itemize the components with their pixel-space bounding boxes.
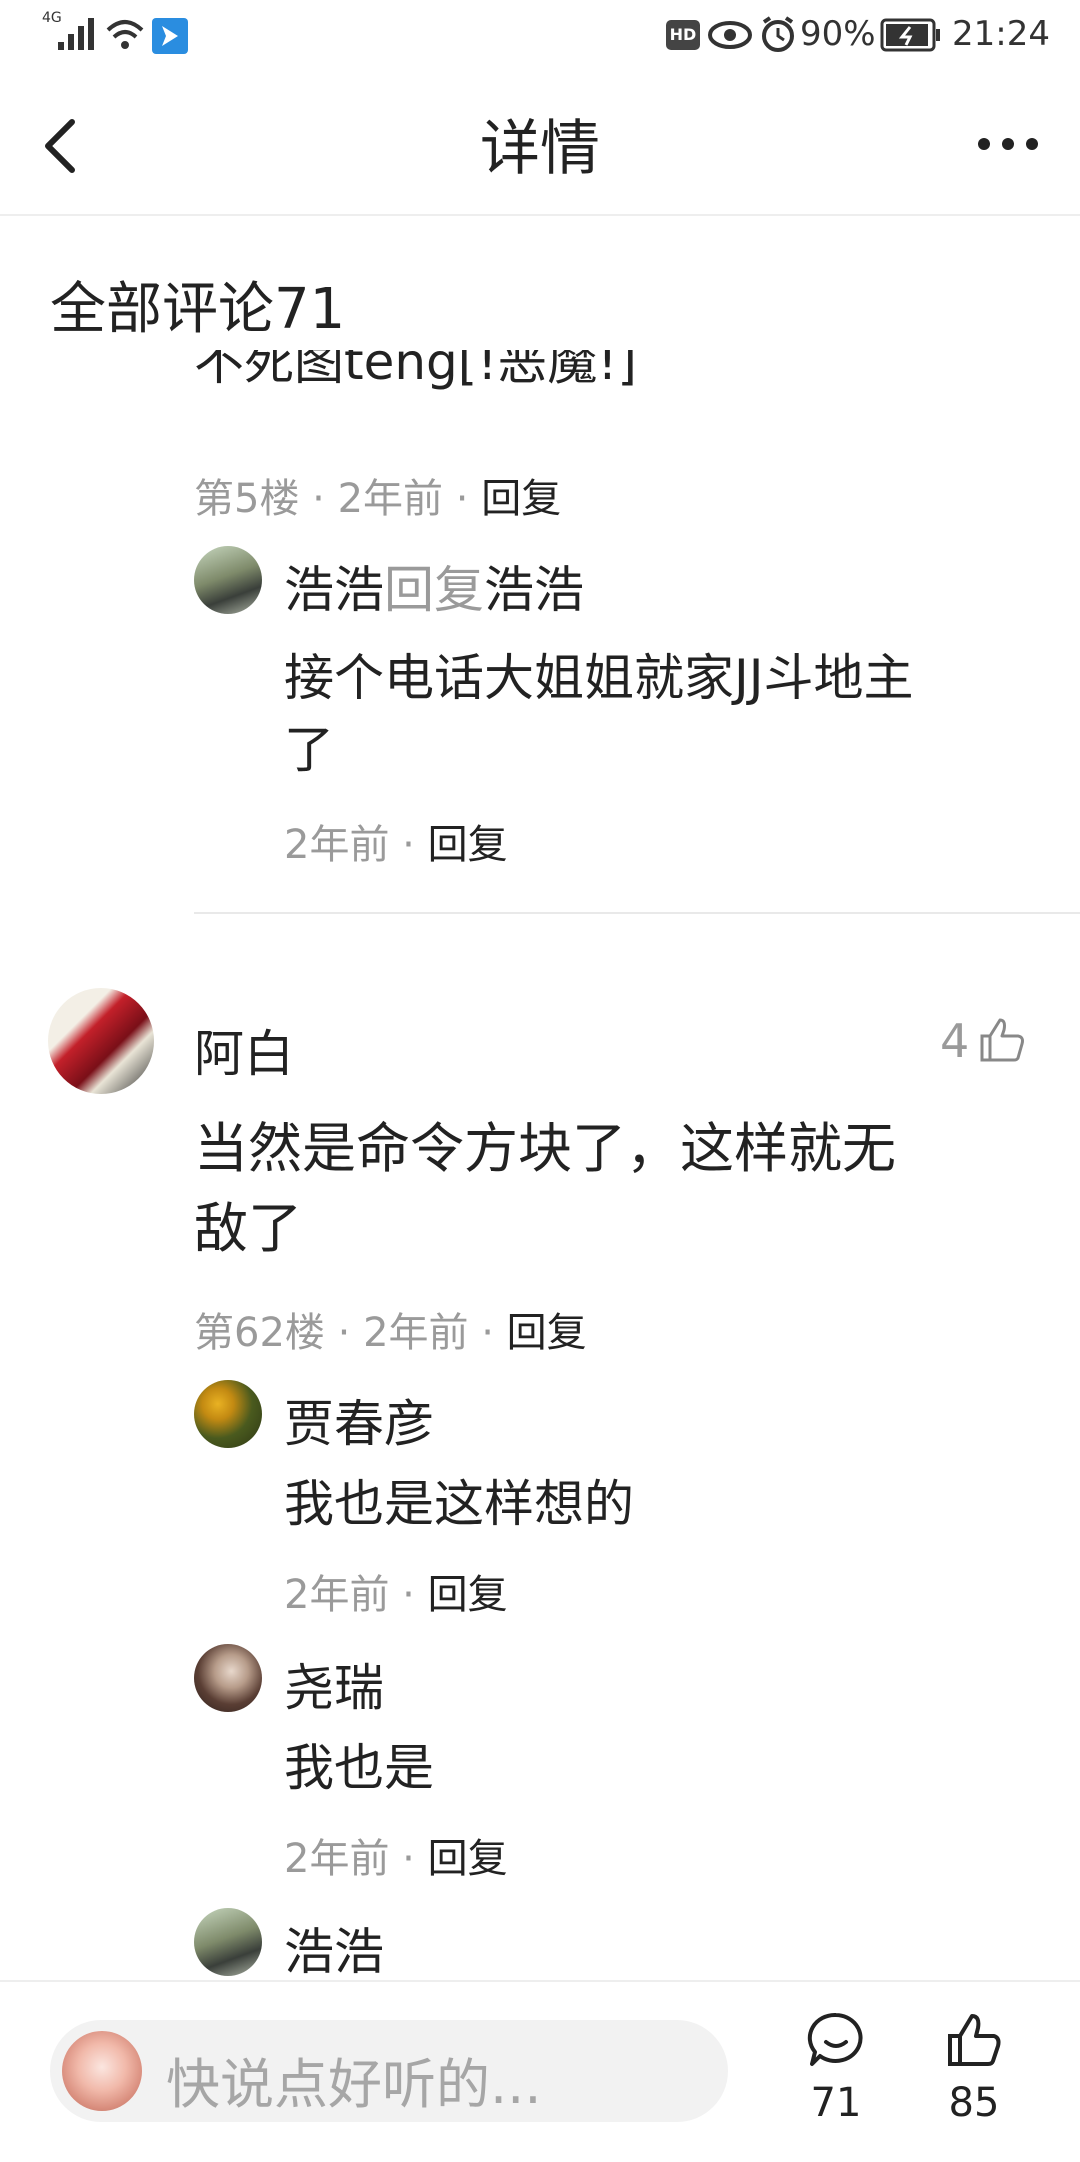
avatar[interactable] xyxy=(194,1644,262,1712)
like-count: 85 xyxy=(948,2080,1000,2126)
battery-percent: 90% xyxy=(800,14,876,54)
thumbs-up-icon[interactable] xyxy=(978,1016,1026,1064)
more-dots-icon[interactable] xyxy=(976,132,1040,156)
signal-icon xyxy=(58,18,94,50)
avatar[interactable] xyxy=(48,988,154,1094)
comment-text-line: 敌了 xyxy=(194,1197,302,1260)
comment-input[interactable]: 快说点好听的... xyxy=(50,2020,728,2122)
comment-divider xyxy=(194,912,1080,914)
comment-username[interactable]: 阿白 xyxy=(194,1014,294,1086)
like-button[interactable]: 85 xyxy=(932,2010,1016,2150)
alarm-icon xyxy=(762,16,794,52)
reply-header: 浩浩回复浩浩 xyxy=(284,550,584,622)
meta-separator: · xyxy=(402,1572,415,1618)
input-placeholder: 快说点好听的... xyxy=(166,2053,542,2116)
clock: 21:24 xyxy=(952,14,1050,54)
reply-text-line: 接个电话大姐姐就家JJ斗地主 xyxy=(284,649,914,707)
reply-meta: 2年前 · 回复 xyxy=(284,1562,508,1620)
reply-text: 我也是这样想的 xyxy=(284,1475,634,1533)
partial-comment-text-clip: 不死图teng[!恶魔!] xyxy=(0,350,1080,430)
comment-meta: 第5楼 · 2年前 · 回复 xyxy=(194,466,561,524)
reply-word: 回复 xyxy=(384,561,484,619)
page-title: 详情 xyxy=(480,114,600,184)
meta-separator: · xyxy=(402,1836,415,1882)
meta-separator: · xyxy=(402,822,415,868)
app-notification-icon xyxy=(152,18,188,54)
comments-count-header: 全部评论71 xyxy=(50,277,346,342)
wifi-icon xyxy=(106,20,144,49)
eye-icon xyxy=(708,21,752,49)
battery-icon xyxy=(880,18,940,52)
thumbs-up-icon[interactable] xyxy=(944,2010,1004,2070)
floor-number: 第5楼 xyxy=(194,476,300,522)
reply-button[interactable]: 回复 xyxy=(481,476,561,522)
reply-text: 我也是 xyxy=(284,1739,434,1797)
reply-button[interactable]: 回复 xyxy=(507,1310,587,1356)
reply-text-line: 了 xyxy=(284,721,334,779)
reply-time: 2年前 xyxy=(284,1836,390,1882)
reply-button[interactable]: 回复 xyxy=(428,1572,508,1618)
reply-target-username[interactable]: 浩浩 xyxy=(484,561,584,619)
reply-username[interactable]: 浩浩 xyxy=(284,561,384,619)
reply-time: 2年前 xyxy=(284,822,390,868)
partial-comment-text: 不死图teng[!恶魔!] xyxy=(194,350,637,391)
floor-number: 第62楼 xyxy=(194,1310,325,1356)
comment-time: 2年前 xyxy=(363,1310,469,1356)
comment-bubble-icon[interactable] xyxy=(806,2010,866,2070)
meta-separator: · xyxy=(481,1310,494,1356)
avatar[interactable] xyxy=(194,1380,262,1448)
reply-username[interactable]: 尧瑞 xyxy=(284,1648,384,1720)
status-bar: 4G HD 90% 21:24 xyxy=(0,0,1080,72)
reply-meta: 2年前 · 回复 xyxy=(284,812,508,870)
reply-time: 2年前 xyxy=(284,1572,390,1618)
reply-username[interactable]: 贾春彦 xyxy=(284,1384,434,1456)
like-count: 4 xyxy=(940,1014,970,1068)
avatar[interactable] xyxy=(194,1908,262,1976)
reply-button[interactable]: 回复 xyxy=(428,822,508,868)
reply-button[interactable]: 回复 xyxy=(428,1836,508,1882)
top-bar: 详情 xyxy=(0,72,1080,216)
comment-count: 71 xyxy=(810,2080,862,2126)
meta-separator: · xyxy=(312,476,325,522)
reply-username[interactable]: 浩浩 xyxy=(284,1912,384,1984)
avatar[interactable] xyxy=(194,546,262,614)
meta-separator: · xyxy=(455,476,469,522)
avatar xyxy=(62,2031,142,2111)
meta-separator: · xyxy=(337,1310,351,1356)
reply-meta: 2年前 · 回复 xyxy=(284,1826,508,1884)
comments-button[interactable]: 71 xyxy=(794,2010,878,2150)
comment-meta: 第62楼 · 2年前 · 回复 xyxy=(194,1300,587,1358)
comment-text-line: 当然是命令方块了，这样就无 xyxy=(194,1117,896,1180)
hd-badge: HD xyxy=(666,20,700,50)
comment-time: 2年前 xyxy=(337,476,444,522)
